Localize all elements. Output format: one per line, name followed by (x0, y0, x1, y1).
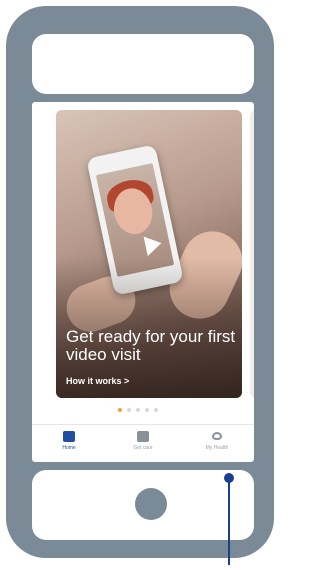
pagination-dot[interactable] (118, 408, 122, 412)
carousel-pagination (118, 408, 158, 412)
pagination-dot[interactable] (127, 408, 131, 412)
bottom-tab-bar: Home Get care My Health (32, 424, 254, 462)
play-icon[interactable] (143, 233, 164, 257)
video-visit-card[interactable]: Get ready for your first video visit How… (56, 110, 242, 398)
home-icon (63, 431, 75, 442)
tab-get-care[interactable]: Get care (113, 425, 173, 462)
how-it-works-link[interactable]: How it works > (66, 376, 129, 386)
app-screen: Get ready for your first video visit How… (32, 102, 254, 462)
pagination-dot[interactable] (145, 408, 149, 412)
medical-bag-icon (137, 431, 149, 442)
phone-top-panel (32, 34, 254, 94)
callout-dot (224, 473, 234, 483)
tab-label: Get care (133, 445, 153, 451)
pagination-dot[interactable] (154, 408, 158, 412)
card-title: Get ready for your first video visit (66, 327, 236, 364)
tab-label: Home (62, 445, 76, 451)
next-carousel-card[interactable] (250, 110, 254, 398)
home-button[interactable] (135, 488, 167, 520)
tab-home[interactable]: Home (39, 425, 99, 462)
tab-my-health[interactable]: My Health (187, 425, 247, 462)
callout-line (228, 477, 230, 565)
heart-icon (211, 431, 223, 442)
pagination-dot[interactable] (136, 408, 140, 412)
tab-label: My Health (205, 445, 229, 451)
